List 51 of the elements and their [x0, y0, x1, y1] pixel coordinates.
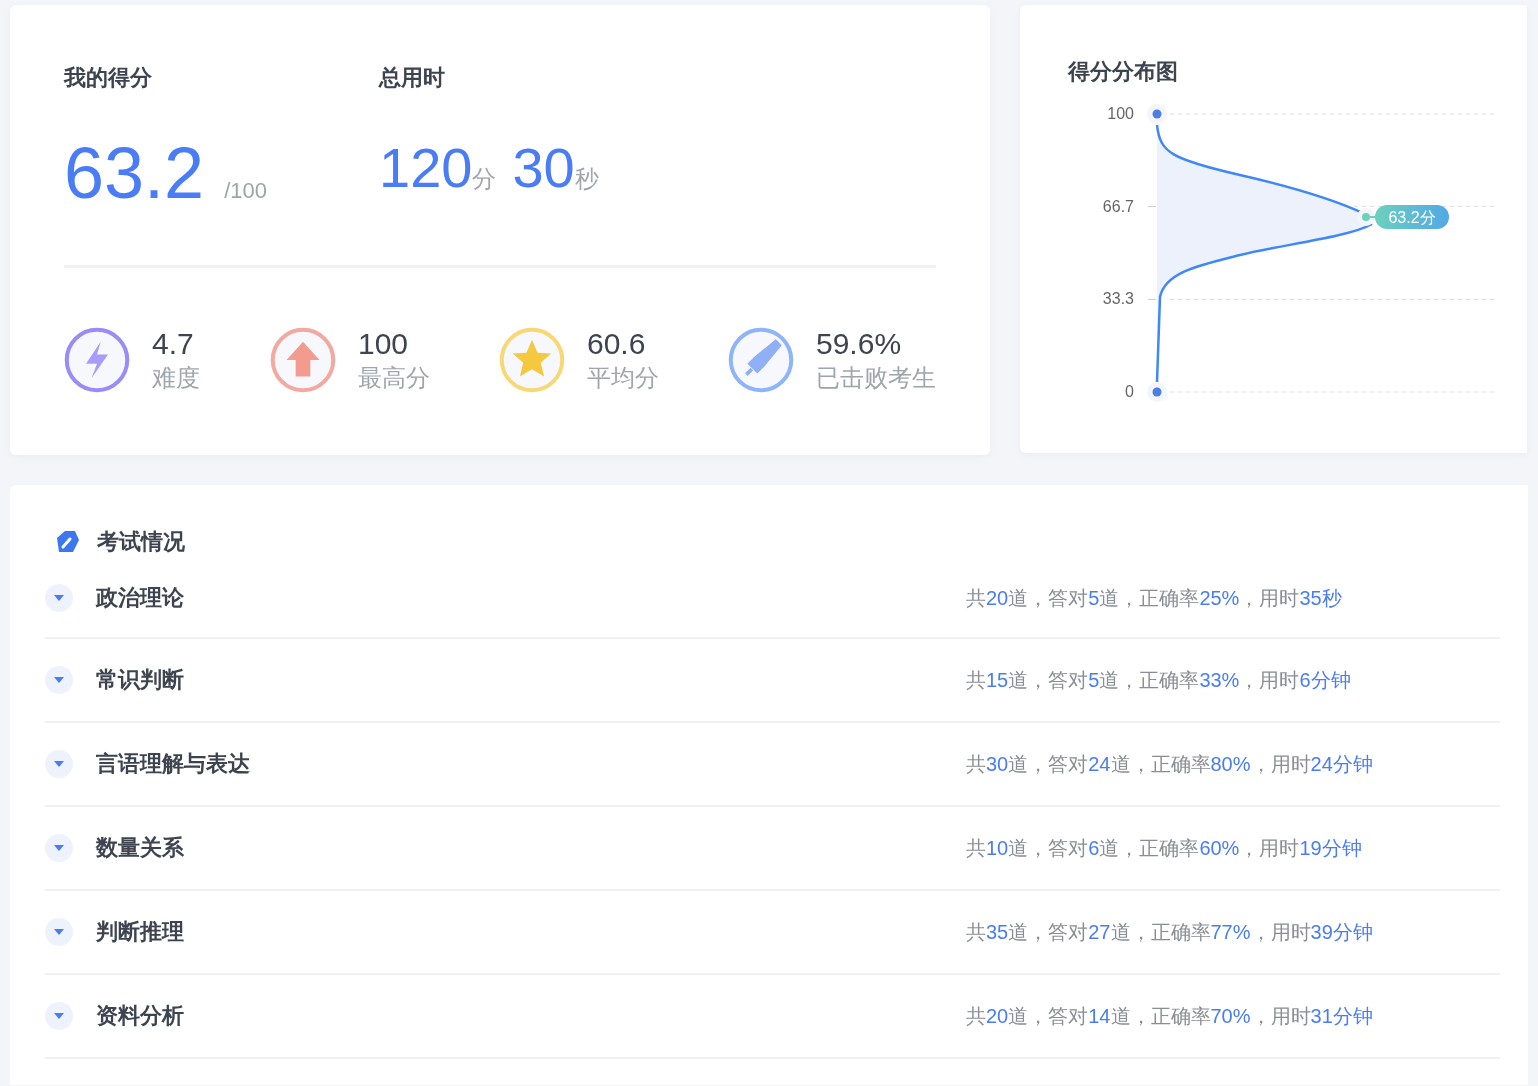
caret-icon	[53, 593, 65, 603]
axis-label: 33.3	[1102, 290, 1134, 308]
time-label: 总用时	[379, 64, 446, 92]
caret-icon	[53, 927, 65, 937]
tick-mark	[1147, 206, 1157, 208]
expand-toggle[interactable]	[45, 750, 73, 778]
chart-title: 得分分布图	[1068, 58, 1179, 86]
score-label: 我的得分	[64, 64, 153, 92]
expand-toggle[interactable]	[45, 584, 73, 612]
subject-summary: 共10道，答对6道，正确率60%，用时19分钟	[966, 835, 1362, 861]
time-value: 30	[512, 135, 575, 201]
expand-toggle[interactable]	[45, 834, 73, 862]
stat-value: 60.6	[587, 326, 647, 362]
subject-name: 判断推理	[96, 918, 185, 946]
axis-label: 100	[1107, 105, 1134, 122]
stat-label: 已击败考生	[816, 363, 936, 393]
tick-mark	[1147, 298, 1157, 300]
time-value: 120	[379, 135, 473, 201]
stat-value: 4.7	[152, 326, 195, 362]
expand-toggle[interactable]	[45, 666, 73, 694]
subject-summary: 共30道，答对24道，正确率80%，用时24分钟	[966, 751, 1373, 777]
caret-icon	[53, 759, 65, 769]
top-point	[1147, 104, 1167, 124]
stat-value: 100	[358, 326, 410, 362]
subject-summary: 共20道，答对14道，正确率70%，用时31分钟	[966, 1003, 1373, 1029]
caret-icon	[53, 1011, 65, 1021]
stat-label: 平均分	[587, 363, 659, 393]
subject-summary: 共15道，答对5道，正确率33%，用时6分钟	[966, 667, 1351, 693]
subject-name: 政治理论	[96, 584, 185, 612]
time-unit: 秒	[574, 165, 599, 194]
score-max: /100	[224, 178, 267, 204]
stat-value: 59.6%	[816, 326, 903, 362]
subject-name: 数量关系	[96, 834, 185, 862]
bottom-point	[1147, 382, 1167, 402]
score-marker-label: 63.2分	[1375, 205, 1449, 229]
stat-label: 难度	[152, 363, 200, 393]
expand-toggle[interactable]	[45, 1002, 73, 1030]
expand-toggle[interactable]	[45, 918, 73, 946]
axis-label: 0	[1125, 383, 1134, 400]
axis-label: 66.7	[1102, 197, 1134, 215]
score-value: 63.2	[64, 133, 205, 213]
caret-icon	[53, 675, 65, 685]
section-title: 考试情况	[97, 528, 185, 556]
subject-name: 资料分析	[96, 1002, 185, 1030]
time-unit: 分	[472, 165, 497, 194]
subject-name: 常识判断	[96, 666, 185, 694]
caret-icon	[53, 843, 65, 853]
subject-name: 言语理解与表达	[96, 750, 251, 778]
subject-summary: 共35道，答对27道，正确率77%，用时39分钟	[966, 919, 1373, 945]
stat-label: 最高分	[358, 363, 430, 393]
subject-summary: 共20道，答对5道，正确率25%，用时35秒	[966, 585, 1342, 611]
